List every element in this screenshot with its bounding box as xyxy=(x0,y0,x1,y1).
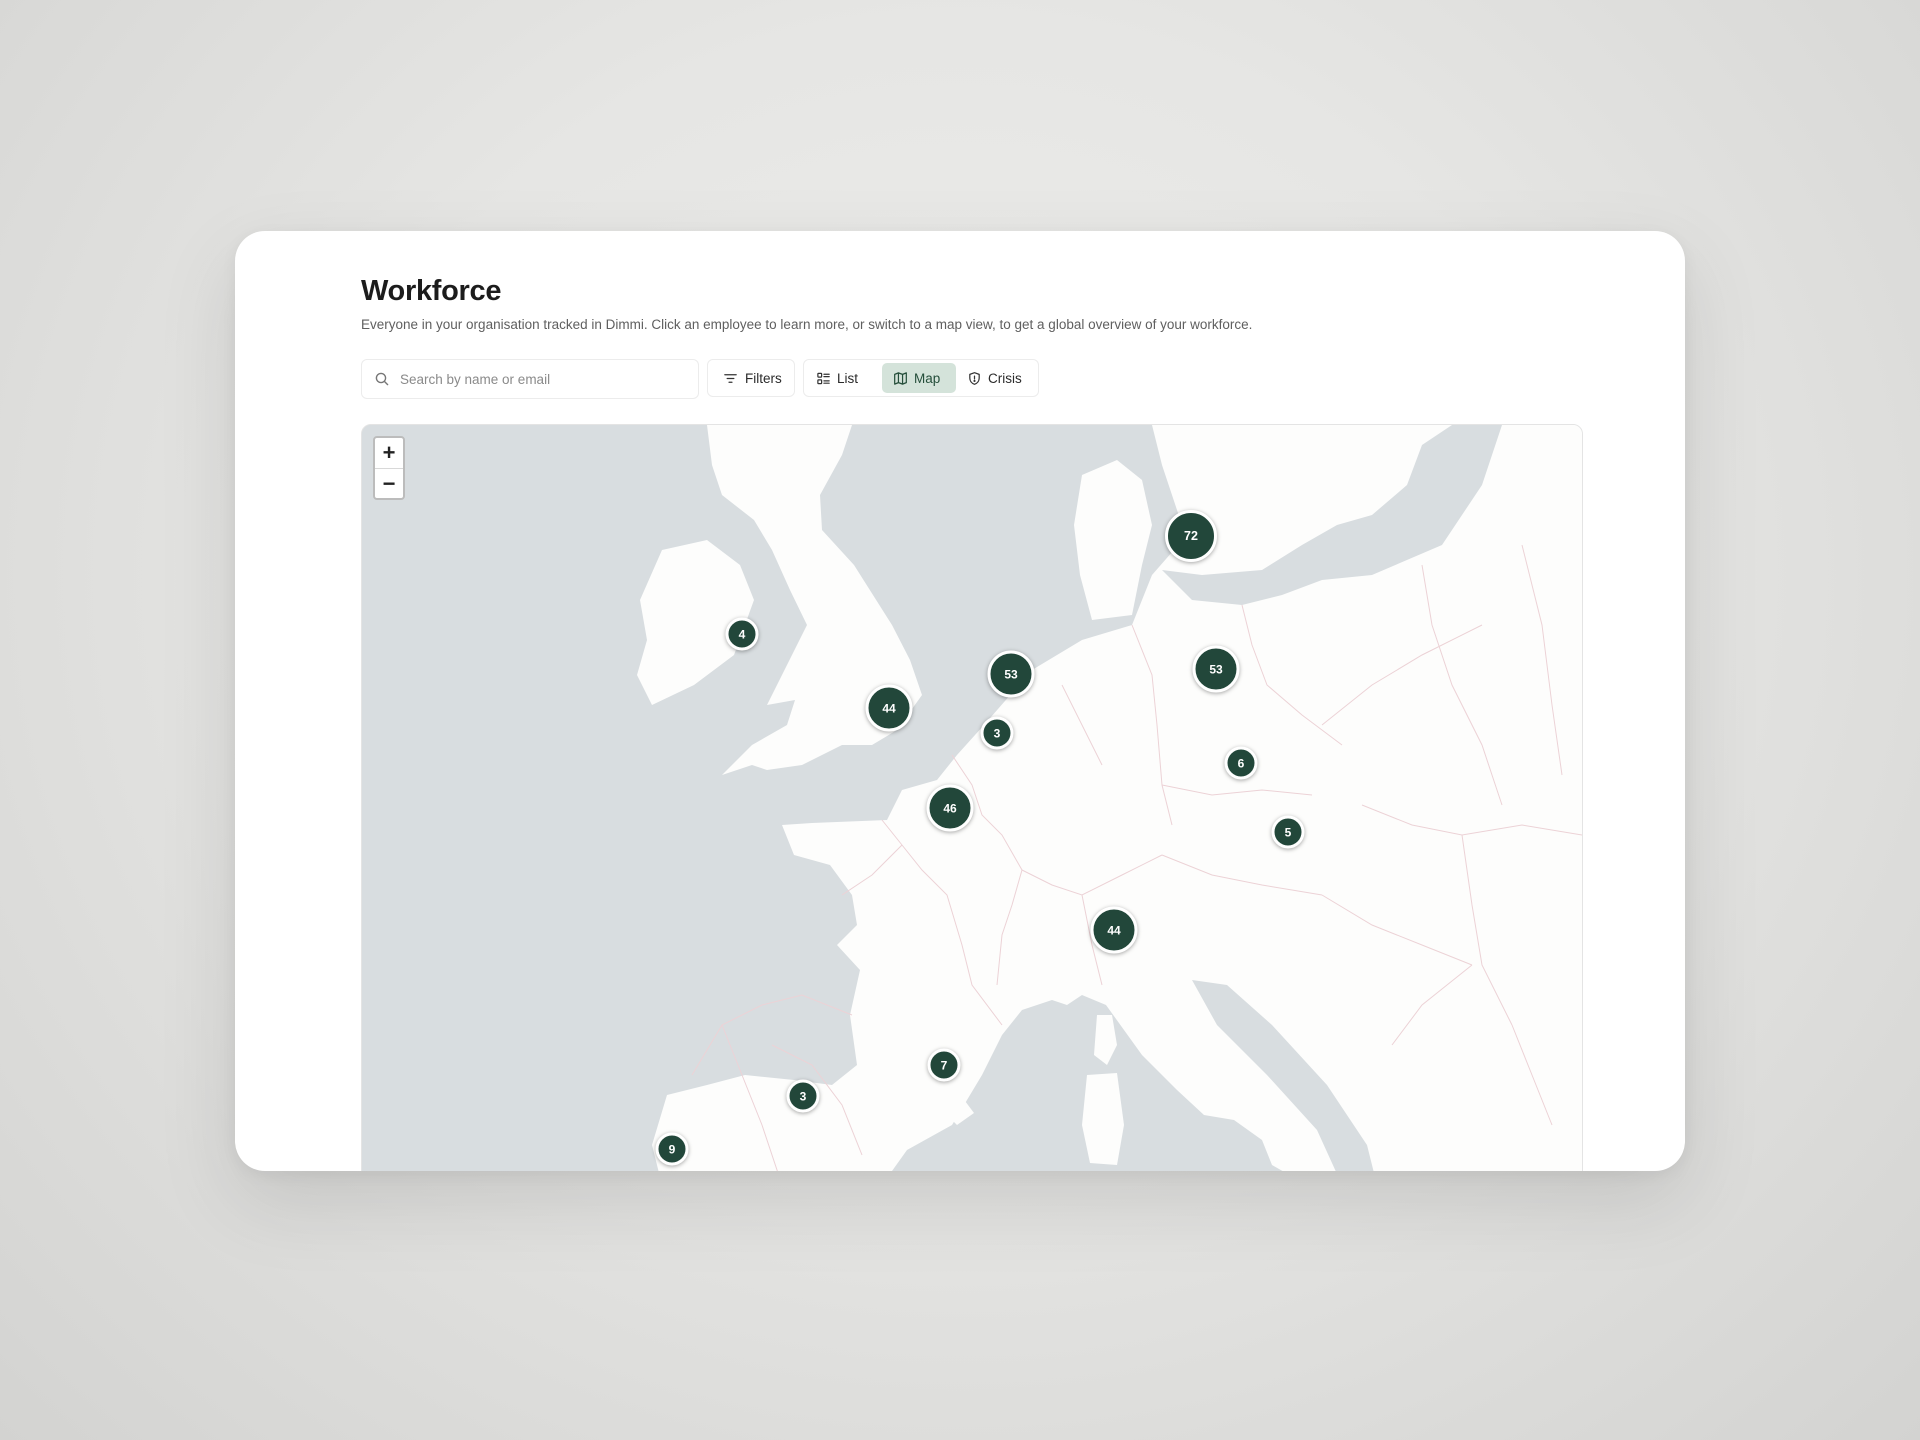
cluster-marker-copenhagen[interactable]: 72 xyxy=(1165,510,1217,562)
cluster-marker-vienna[interactable]: 5 xyxy=(1271,815,1305,849)
tab-map[interactable]: Map xyxy=(882,363,956,393)
filters-button[interactable]: Filters xyxy=(707,359,795,397)
cluster-marker-madrid[interactable]: 3 xyxy=(786,1079,820,1113)
tab-map-label: Map xyxy=(914,370,941,386)
filters-label: Filters xyxy=(745,370,782,386)
page-title: Workforce xyxy=(361,275,502,307)
list-icon xyxy=(817,372,830,384)
tab-crisis-label: Crisis xyxy=(988,370,1022,386)
map-basemap[interactable] xyxy=(362,425,1582,1171)
cluster-marker-brussels[interactable]: 3 xyxy=(980,716,1014,750)
cluster-marker-berlin[interactable]: 53 xyxy=(1192,645,1240,693)
filter-icon xyxy=(724,373,737,383)
search-icon xyxy=(375,372,389,386)
tab-crisis[interactable]: Crisis xyxy=(967,363,1037,393)
zoom-out-button[interactable]: − xyxy=(375,468,403,498)
search-input[interactable] xyxy=(400,360,690,398)
view-switcher: List Map Crisis xyxy=(803,359,1039,397)
tab-list-label: List xyxy=(837,370,859,386)
zoom-control: + − xyxy=(373,436,405,500)
tab-list[interactable]: List xyxy=(816,363,876,393)
search-box[interactable] xyxy=(361,359,699,399)
cluster-marker-milan[interactable]: 44 xyxy=(1090,906,1138,954)
shield-icon xyxy=(969,371,980,385)
cluster-marker-lisbon[interactable]: 9 xyxy=(655,1132,689,1166)
cluster-marker-prague[interactable]: 6 xyxy=(1224,746,1258,780)
cluster-marker-amsterdam[interactable]: 53 xyxy=(987,650,1035,698)
land-sardinia xyxy=(1082,1073,1124,1165)
cluster-marker-barcelona[interactable]: 7 xyxy=(927,1048,961,1082)
map-icon xyxy=(894,371,907,385)
cluster-marker-dublin[interactable]: 4 xyxy=(725,617,759,651)
cluster-marker-london[interactable]: 44 xyxy=(865,684,913,732)
workforce-map[interactable]: + − 72 4 53 53 44 3 6 46 5 44 7 3 9 xyxy=(361,424,1583,1171)
app-window: Workforce Everyone in your organisation … xyxy=(235,231,1685,1171)
cluster-marker-paris[interactable]: 46 xyxy=(926,784,974,832)
zoom-in-button[interactable]: + xyxy=(375,438,403,468)
page-subtitle: Everyone in your organisation tracked in… xyxy=(361,317,1253,332)
